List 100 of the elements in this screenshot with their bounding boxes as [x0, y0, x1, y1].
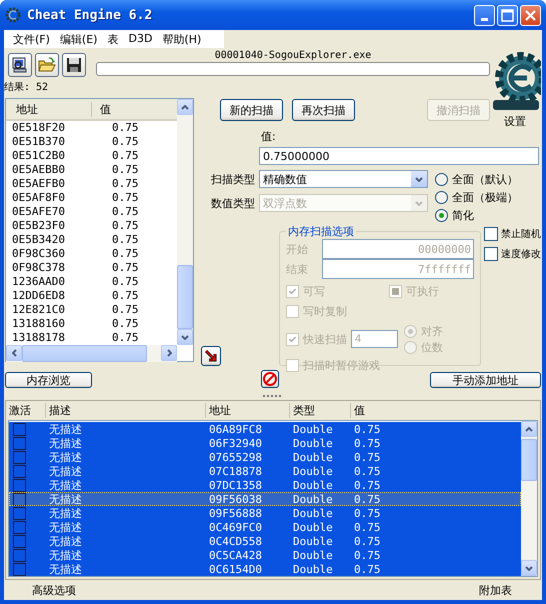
value-cell: 0.75 — [112, 275, 138, 289]
value-cell: 0.75 — [354, 534, 380, 548]
option-checkbox[interactable]: 禁止随机 — [484, 224, 541, 244]
value-cell: 0.75 — [354, 478, 380, 492]
scan-mode-radio[interactable]: 全面（默认） — [435, 170, 518, 188]
checkmark-icon — [288, 286, 297, 296]
description-cell-text: 无描述 — [48, 478, 83, 492]
table-row[interactable]: 无描述 0C6154D0 Double 0.75 — [9, 562, 521, 576]
active-checkbox[interactable] — [13, 464, 26, 478]
add-address-button[interactable]: 手动添加地址 — [430, 372, 541, 388]
arrow-icon — [203, 348, 219, 364]
active-checkbox[interactable] — [13, 422, 26, 436]
column-header[interactable]: 类型 — [289, 402, 350, 418]
active-checkbox[interactable] — [13, 534, 26, 548]
folder-icon — [38, 56, 56, 74]
address-cell-text: 0E5AF8F0 — [11, 191, 66, 205]
advanced-options-label[interactable]: 高级选项 — [32, 582, 76, 598]
menu-item[interactable]: 帮助(H) — [157, 30, 206, 48]
table-row[interactable]: 无描述 09F56888 Double 0.75 — [9, 506, 521, 520]
table-row[interactable]: 无描述 07DC1358 Double 0.75 — [9, 478, 521, 492]
type-cell-text: Double — [293, 422, 334, 436]
menu-item[interactable]: D3D — [123, 30, 158, 48]
settings-label[interactable]: 设置 — [504, 114, 526, 129]
address-cell-text: 0E5AFE70 — [11, 205, 66, 219]
value-cell: 0.75 — [112, 135, 138, 149]
chevron-up-icon — [525, 426, 533, 432]
column-header[interactable]: 值 — [350, 402, 365, 418]
type-dropdown[interactable]: 精确数值 — [259, 170, 428, 188]
menu-item[interactable]: 文件(F) — [8, 30, 55, 48]
minimize-button[interactable] — [474, 4, 495, 26]
horizontal-scrollbar[interactable] — [6, 345, 177, 362]
value-cell: 0.75 — [112, 163, 138, 177]
value-cell: 0.75 — [112, 247, 138, 261]
active-checkbox[interactable] — [13, 436, 26, 450]
column-header[interactable]: 值 — [92, 102, 111, 116]
address-cell-text: 1236AAD0 — [11, 275, 66, 289]
prohibited-icon — [262, 371, 278, 387]
results-count: 结果: 52 — [4, 80, 50, 94]
value-cell: 0.75 — [354, 436, 380, 450]
close-button[interactable] — [520, 4, 541, 26]
table-row[interactable]: 无描述 09F56038 Double 0.75 — [9, 492, 521, 506]
column-header[interactable]: 描述 — [45, 402, 205, 418]
save-button[interactable] — [62, 53, 86, 77]
value-cell: 0.75 — [112, 191, 138, 205]
scan-mode-radio[interactable]: 简化 — [435, 206, 518, 224]
process-name: 00001040-SogouExplorer.exe — [214, 50, 372, 61]
type-cell-text: Double — [293, 464, 334, 478]
value-cell: 0.75 — [112, 331, 138, 345]
checkbox-square[interactable] — [484, 227, 498, 241]
address-cell-text: 06A89FC8 — [209, 422, 263, 436]
vertical-scrollbar[interactable] — [521, 421, 537, 576]
scan-button[interactable]: 再次扫描 — [292, 99, 355, 121]
column-header[interactable]: 激活 — [6, 402, 45, 418]
clear-button[interactable] — [261, 370, 279, 388]
scan-mode-radio[interactable]: 全面（极端） — [435, 188, 518, 206]
option-checkbox[interactable]: 速度修改 — [484, 244, 541, 264]
address-cell-text: 09F56888 — [209, 506, 263, 520]
column-header[interactable]: 地址 — [205, 402, 289, 418]
table-row[interactable]: 无描述 07655298 Double 0.75 — [9, 450, 521, 464]
table-row[interactable]: 无描述 07C18878 Double 0.75 — [9, 464, 521, 478]
table-row[interactable]: 无描述 0C469FC0 Double 0.75 — [9, 520, 521, 534]
address-cell-text: 12DD6ED8 — [11, 289, 66, 303]
value-cell: 0.75 — [112, 261, 138, 275]
description-cell-text: 无描述 — [48, 548, 83, 562]
table-row[interactable]: 无描述 0C5CA428 Double 0.75 — [9, 548, 521, 562]
minimize-icon — [481, 18, 488, 20]
active-checkbox[interactable] — [13, 548, 26, 562]
vertical-scrollbar[interactable] — [177, 99, 193, 345]
active-checkbox[interactable] — [13, 450, 26, 464]
active-checkbox[interactable] — [13, 520, 26, 534]
value-input[interactable]: 0.75000000 — [259, 147, 539, 165]
column-header[interactable]: 地址 — [6, 102, 92, 116]
active-checkbox[interactable] — [13, 562, 26, 576]
value-cell: 0.75 — [112, 317, 138, 331]
open-file-button[interactable] — [35, 53, 59, 77]
table-row[interactable]: 无描述 0C4CD558 Double 0.75 — [9, 534, 521, 548]
type-cell-text: Double — [293, 562, 334, 576]
maximize-button[interactable] — [497, 4, 518, 26]
scan-button[interactable]: 新的扫描 — [220, 99, 283, 121]
address-cell-text: 0E5B23F0 — [11, 219, 66, 233]
chevron-down-icon — [415, 200, 423, 206]
chevron-down-icon — [181, 334, 189, 340]
memory-view-button[interactable]: 内存浏览 — [5, 372, 92, 388]
type-cell-text: Double — [293, 548, 334, 562]
value-cell: 0.75 — [354, 520, 380, 534]
active-checkbox[interactable] — [13, 478, 26, 492]
open-process-button[interactable] — [8, 53, 32, 77]
menu-item[interactable]: 编辑(E) — [54, 30, 102, 48]
close-icon — [525, 10, 536, 20]
checkbox-square[interactable] — [484, 247, 498, 261]
table-row[interactable]: 无描述 06A89FC8 Double 0.75 — [9, 422, 521, 436]
table-extras-label[interactable]: 附加表 — [479, 582, 512, 598]
table-row[interactable]: 无描述 06F32940 Double 0.75 — [9, 436, 521, 450]
type-cell-text: Double — [293, 450, 334, 464]
chevron-down-icon — [415, 176, 423, 182]
active-checkbox[interactable] — [13, 506, 26, 520]
arrow-button[interactable] — [201, 346, 221, 366]
menu-item[interactable]: 表 — [102, 30, 124, 48]
chevron-right-icon — [166, 349, 172, 357]
computer-icon — [11, 56, 29, 74]
